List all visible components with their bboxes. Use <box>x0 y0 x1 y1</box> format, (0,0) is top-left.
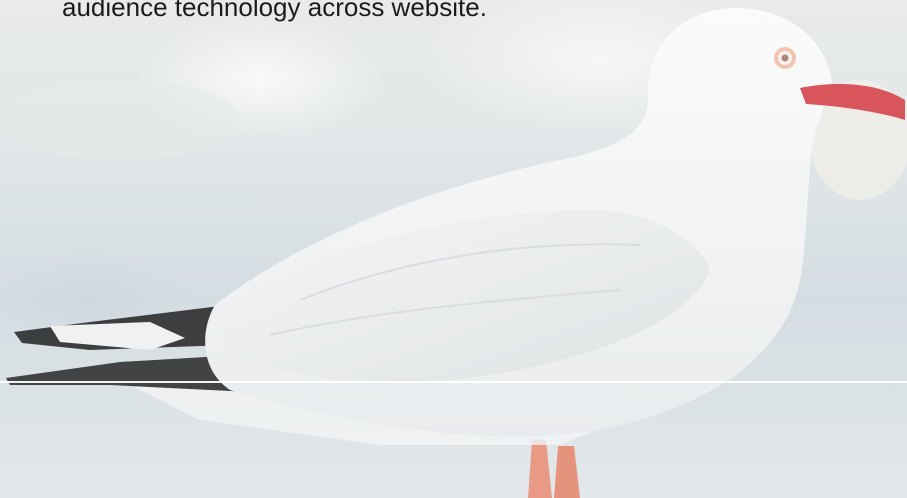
hero-section: audience technology across website. <box>0 0 907 498</box>
seagull-photo <box>0 7 907 498</box>
horizontal-divider <box>0 381 907 383</box>
hero-headline: audience technology across website. <box>62 0 487 22</box>
